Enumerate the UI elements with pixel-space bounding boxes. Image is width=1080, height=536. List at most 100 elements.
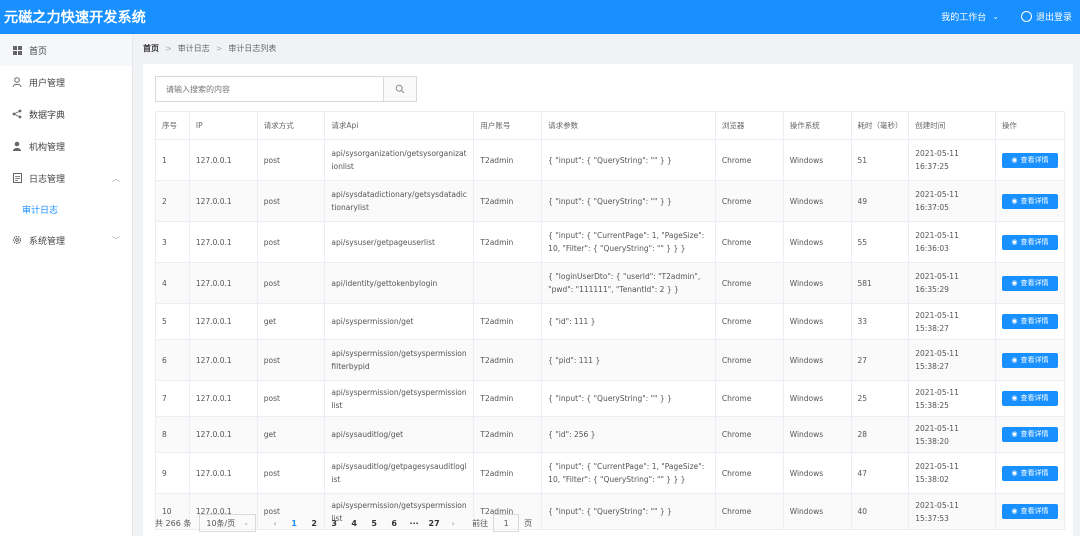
- sidebar-subitem-audit-log[interactable]: 审计日志: [0, 194, 132, 224]
- sidebar-item-label: 日志管理: [29, 174, 66, 185]
- api-cell: api/sysauditlog/getpagesysauditloglist: [324, 452, 475, 494]
- user-cell: T2admin: [473, 380, 543, 417]
- ip-cell: 127.0.0.1: [188, 303, 258, 340]
- created-time-cell: 2021-05-11 16:37:25: [908, 139, 996, 181]
- os-cell: Windows: [782, 180, 852, 222]
- view-details-button[interactable]: ◉ 查看详情: [1001, 465, 1058, 481]
- column-header: 耗时（毫秒）: [850, 111, 910, 140]
- breadcrumb-separator: >: [165, 43, 172, 53]
- view-details-button[interactable]: ◉ 查看详情: [1001, 152, 1058, 168]
- created-time-cell: 2021-05-11 15:38:20: [908, 416, 996, 453]
- workbench-menu[interactable]: 我的工作台: [941, 10, 986, 23]
- column-header: 序号: [155, 111, 190, 140]
- user-cell: T2admin: [473, 452, 543, 494]
- eye-icon: ◉: [1011, 196, 1018, 205]
- row-number: 4: [155, 262, 190, 304]
- column-header: IP: [188, 111, 258, 140]
- method-cell: post: [256, 339, 326, 381]
- breadcrumb-item[interactable]: 审计日志: [178, 43, 210, 54]
- page-ellipsis[interactable]: ···: [404, 519, 424, 528]
- breadcrumb-home[interactable]: 首页: [143, 43, 159, 54]
- sidebar-item-label: 系统管理: [29, 236, 66, 247]
- user-cell: T2admin: [473, 416, 543, 453]
- table-row: 1 127.0.0.1 post api/sysorganization/getsys…: [155, 139, 1066, 181]
- os-cell: Windows: [782, 493, 852, 530]
- created-time-cell: 2021-05-11 15:38:02: [908, 452, 996, 494]
- sidebar-item-users[interactable]: 用户管理: [0, 66, 132, 98]
- params-cell: { "id": 256 }: [541, 416, 716, 453]
- view-details-button[interactable]: ◉ 查看详情: [1001, 427, 1058, 442]
- view-details-button[interactable]: ◉ 查看详情: [1001, 352, 1058, 368]
- view-details-label: 查看详情: [1020, 355, 1049, 364]
- user-cell: T2admin: [473, 139, 543, 181]
- view-details-button[interactable]: ◉ 查看详情: [1001, 275, 1058, 291]
- action-cell: ◉ 查看详情: [994, 452, 1066, 494]
- page-number[interactable]: 5: [364, 519, 384, 528]
- browser-cell: Chrome: [714, 221, 784, 263]
- sidebar-item-label: 数据字典: [29, 110, 66, 121]
- page-number[interactable]: 2: [304, 519, 324, 528]
- view-details-button[interactable]: ◉ 查看详情: [1001, 234, 1058, 250]
- user-icon: [12, 77, 22, 87]
- view-details-label: 查看详情: [1020, 317, 1049, 325]
- method-cell: post: [256, 452, 326, 494]
- sidebar-item-organization[interactable]: 机构管理: [0, 130, 132, 162]
- sidebar-item-system[interactable]: 系统管理 ﹀: [0, 224, 132, 256]
- os-cell: Windows: [782, 380, 852, 417]
- browser-cell: Chrome: [714, 180, 784, 222]
- search-button[interactable]: [383, 77, 416, 101]
- goto-page: 前往 1 页: [472, 514, 532, 532]
- row-number: 7: [155, 380, 190, 417]
- sidebar-item-dictionary[interactable]: 数据字典: [0, 98, 132, 130]
- action-cell: ◉ 查看详情: [994, 262, 1066, 304]
- page-number[interactable]: 1: [284, 519, 304, 528]
- action-cell: ◉ 查看详情: [994, 303, 1066, 340]
- view-details-button[interactable]: ◉ 查看详情: [1001, 314, 1058, 329]
- user-cell: [473, 262, 543, 304]
- page-size-select[interactable]: 10条/页 ⌄: [199, 514, 257, 532]
- page-number[interactable]: 6: [384, 519, 404, 528]
- view-details-button[interactable]: ◉ 查看详情: [1001, 391, 1058, 406]
- column-header: 操作: [994, 111, 1066, 140]
- page-number[interactable]: 4: [344, 519, 364, 528]
- search-box: [155, 76, 417, 102]
- column-header: 请求方式: [256, 111, 326, 140]
- chevron-down-icon[interactable]: ⌄: [992, 12, 999, 21]
- eye-icon: ◉: [1011, 237, 1018, 246]
- ip-cell: 127.0.0.1: [188, 180, 258, 222]
- view-details-button[interactable]: ◉ 查看详情: [1001, 193, 1058, 209]
- browser-cell: Chrome: [714, 452, 784, 494]
- page-number[interactable]: 3: [324, 519, 344, 528]
- table-row: 9 127.0.0.1 post api/sysauditlog/getpagesys…: [155, 452, 1066, 494]
- sidebar-item-home[interactable]: 首页: [0, 34, 132, 66]
- row-number: 6: [155, 339, 190, 381]
- goto-page-input[interactable]: 1: [493, 514, 520, 532]
- logout-button[interactable]: 退出登录: [1036, 10, 1072, 23]
- ip-cell: 127.0.0.1: [188, 221, 258, 263]
- page-number[interactable]: 27: [424, 519, 444, 528]
- params-cell: { "loginUserDto": { "userId": "T2admin",…: [541, 262, 716, 304]
- view-details-button[interactable]: ◉ 查看详情: [1001, 504, 1058, 519]
- os-cell: Windows: [782, 303, 852, 340]
- created-time-cell: 2021-05-11 16:35:29: [908, 262, 996, 304]
- params-cell: { "input": { "CurrentPage": 1, "PageSize…: [541, 221, 716, 263]
- sidebar-item-label: 首页: [29, 46, 48, 57]
- action-cell: ◉ 查看详情: [994, 139, 1066, 181]
- next-page-button[interactable]: ›: [444, 519, 462, 528]
- sidebar-item-label: 机构管理: [29, 142, 66, 153]
- browser-cell: Chrome: [714, 493, 784, 530]
- prev-page-button[interactable]: ‹: [266, 519, 284, 528]
- sidebar-item-label: 用户管理: [29, 78, 66, 89]
- api-cell: api/sysorganization/getsysorganizationli…: [324, 139, 475, 181]
- duration-cell: 40: [850, 493, 910, 530]
- view-details-label: 查看详情: [1020, 278, 1049, 287]
- sidebar-item-logs[interactable]: 日志管理 ︿: [0, 162, 132, 194]
- duration-cell: 581: [850, 262, 910, 304]
- main-content: 首页 > 审计日志 > 审计日志列表 序号 IP 请求方式 请求Api 用户账号: [133, 34, 1080, 536]
- power-icon[interactable]: [1020, 11, 1032, 22]
- column-header: 创建时间: [908, 111, 996, 140]
- chevron-down-icon: ⌄: [243, 519, 250, 527]
- created-time-cell: 2021-05-11 15:38:27: [908, 303, 996, 340]
- search-input[interactable]: [156, 77, 383, 101]
- api-cell: api/syspermission/getsyspermissionlist: [324, 380, 475, 417]
